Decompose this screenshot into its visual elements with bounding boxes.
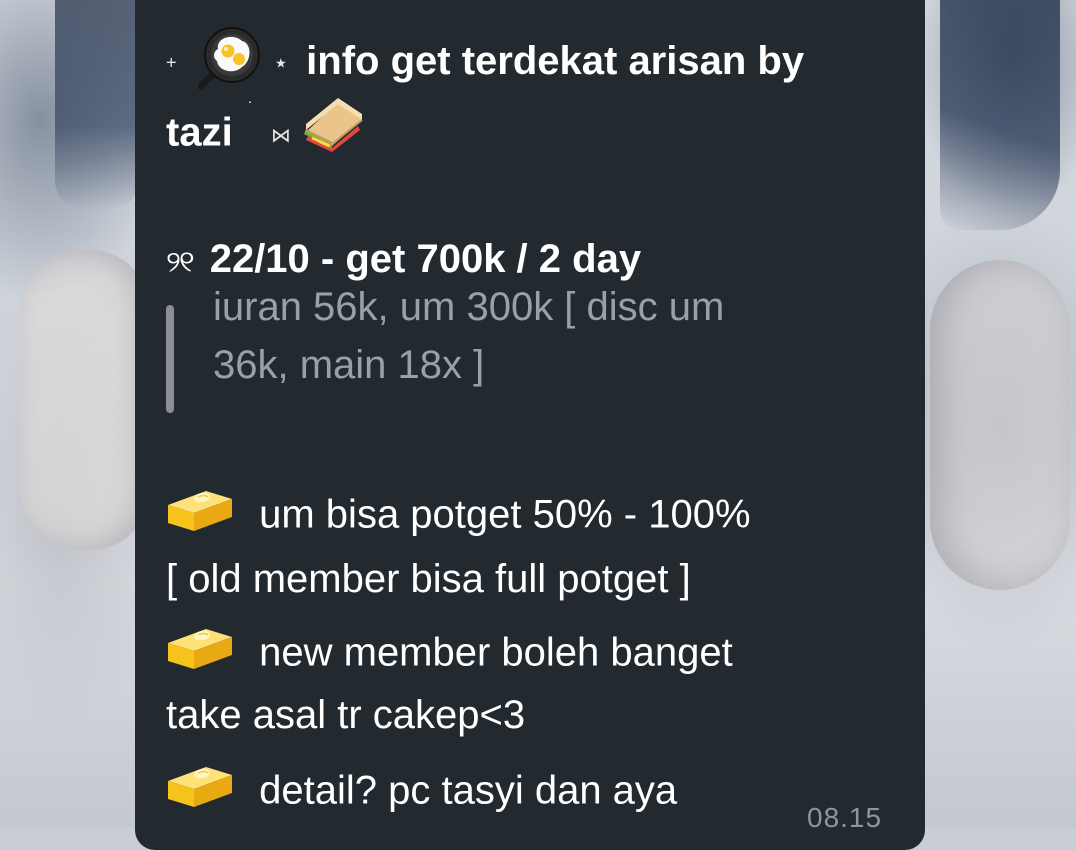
title-dot-symbol: ˙: [247, 98, 254, 119]
bullet-3-text: detail? pc tasyi dan aya: [259, 768, 678, 813]
quote-line-1: iuran 56k, um 300k [ disc um: [213, 285, 725, 329]
quote-line-2: 36k, main 18x ]: [213, 343, 485, 387]
message-title-text-2: tazi: [166, 110, 233, 155]
bullet-1-text: um bisa potget 50% - 100%: [259, 492, 751, 537]
bullet-2-text: new member boleh banget: [259, 630, 733, 675]
bullet-item-3: detail? pc tasyi dan aya: [166, 763, 677, 823]
butter-icon: [166, 759, 234, 819]
quote-bar: [166, 305, 174, 413]
butter-icon: [166, 621, 234, 681]
headline-text: 22/10 - get 700k / 2 day: [209, 237, 642, 281]
quote-block: iuran 56k, um 300k [ disc um 36k, main 1…: [166, 285, 886, 413]
bullet-item-1: um bisa potget 50% - 100%: [166, 487, 751, 547]
title-plus-symbol: +: [166, 52, 177, 73]
message-title-text-1: info get terdekat arisan by: [306, 38, 805, 83]
title-bowtie-symbol: ⋈: [270, 124, 291, 147]
butter-icon: [166, 483, 234, 543]
bullet-item-1-continuation: [ old member bisa full potget ]: [166, 557, 691, 601]
wallpaper-face-right: [930, 260, 1070, 590]
message-title-line-1: + ⋆ info get terdekat arisan by: [166, 27, 804, 99]
bullet-item-2-continuation: take asal tr cakep<3: [166, 693, 526, 737]
title-star-symbol: ⋆: [272, 47, 290, 78]
wallpaper-figure-right: [940, 0, 1060, 230]
headline-line: ୨୧ 22/10 - get 700k / 2 day: [166, 237, 641, 282]
fried-egg-pan-icon: [196, 27, 260, 99]
message-title-line-2: tazi ˙ ⋈: [166, 98, 366, 168]
message-bubble[interactable]: + ⋆ info get terdekat arisan by tazi ˙ ⋈: [135, 0, 925, 850]
date-ribbon-symbol: ୨୧: [166, 246, 195, 279]
bullet-item-2: new member boleh banget: [166, 625, 733, 685]
wallpaper-face-left: [20, 250, 150, 550]
sandwich-icon: [298, 96, 366, 162]
message-timestamp: 08.15: [807, 802, 883, 833]
wallpaper-figure-left: [55, 0, 145, 210]
